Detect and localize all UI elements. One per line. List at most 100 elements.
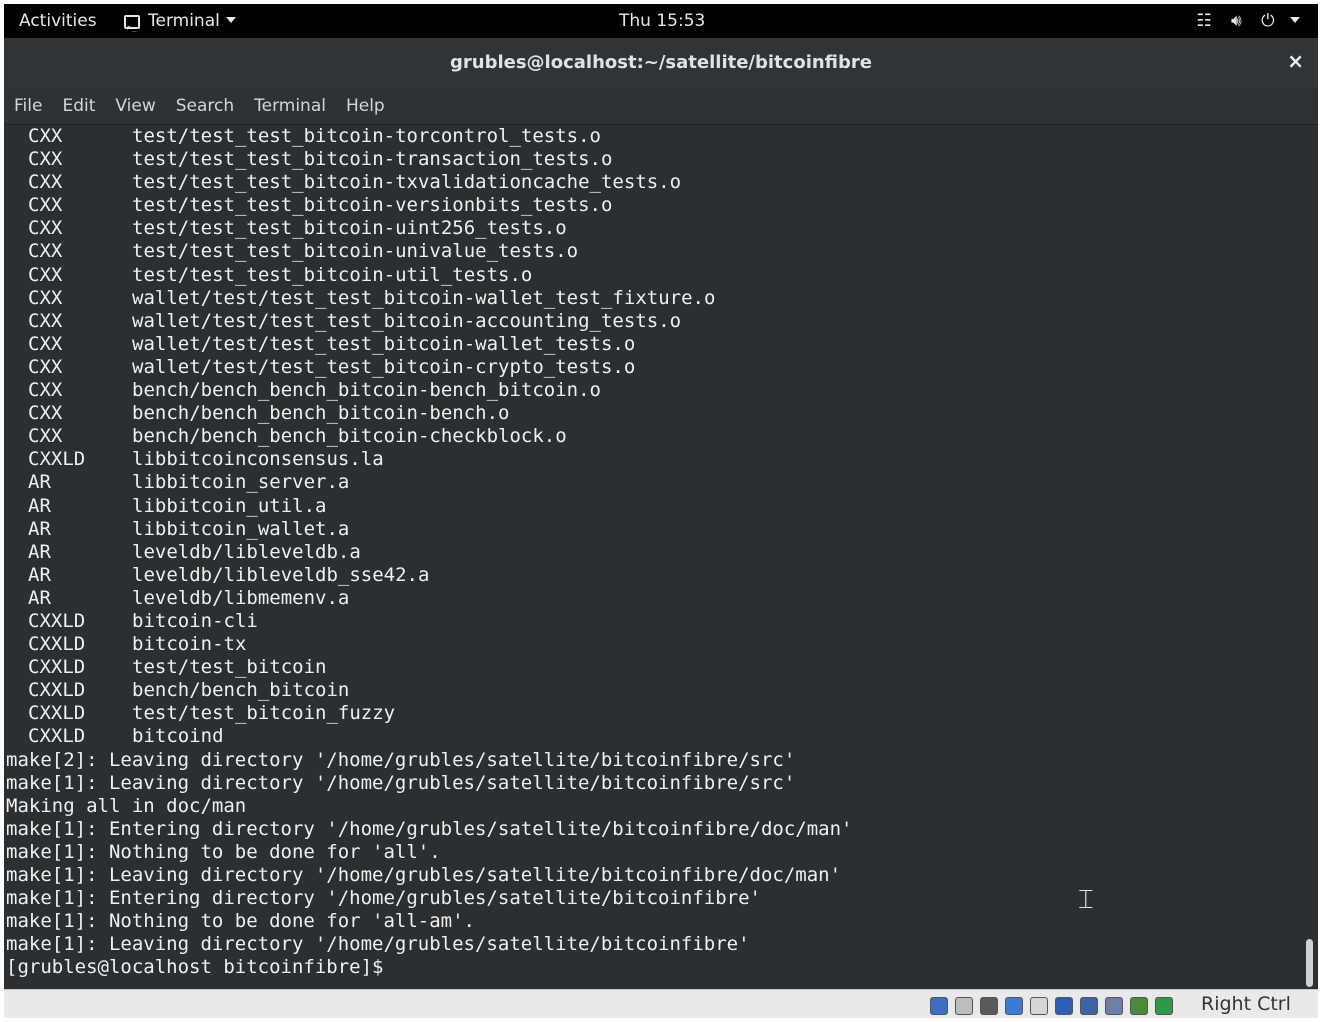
build-step-tag: CXX — [28, 355, 63, 378]
make-output-line: make[1]: Leaving directory '/home/gruble… — [6, 864, 842, 886]
build-target-path: test/test_test_bitcoin-torcontrol_tests.… — [132, 125, 601, 147]
build-step-tag: CXX — [28, 332, 63, 355]
video-capture-icon[interactable] — [1080, 996, 1098, 1015]
build-target-path: test/test_test_bitcoin-versionbits_tests… — [132, 194, 613, 217]
close-icon[interactable]: × — [1287, 49, 1304, 73]
window-title-bar[interactable]: grubles@localhost:~/satellite/bitcoinfib… — [4, 38, 1318, 88]
build-step-tag: CXX — [28, 425, 63, 448]
build-step-tag: CXX — [28, 171, 63, 194]
build-line: AR leveldb/libleveldb.a — [4, 541, 1302, 564]
build-step-tag: CXX — [28, 217, 63, 240]
make-output-line: make[1]: Leaving directory '/home/gruble… — [6, 933, 750, 956]
build-target-path: bitcoin-tx — [132, 633, 247, 656]
build-target-path: libbitcoin_util.a — [132, 494, 327, 517]
build-line: CXX test/test_test_bitcoin-transaction_te… — [4, 148, 1302, 171]
build-target-path: test/test_test_bitcoin-util_tests.o — [132, 263, 533, 286]
build-target-path: wallet/test/test_test_bitcoin-wallet_tes… — [132, 332, 636, 355]
build-target-path: bench/bench_bench_bitcoin-bench_bitcoin.… — [132, 379, 601, 402]
hard-disk-icon[interactable] — [930, 996, 948, 1015]
build-step-tag: CXX — [28, 379, 63, 402]
build-step-tag: CXX — [28, 240, 63, 263]
usb-icon[interactable] — [1005, 996, 1023, 1015]
build-step-tag: CXXLD — [28, 725, 86, 748]
build-target-path: test/test_bitcoin — [132, 656, 327, 679]
build-step-tag: CXX — [28, 263, 63, 286]
build-line: AR leveldb/libleveldb_sse42.a — [4, 564, 1302, 587]
desktop-screen: Activities Terminal Thu 15:53 ☷ 🔊︎ ⏻ gru… — [4, 4, 1318, 1018]
make-output-line: make[1]: Entering directory '/home/grubl… — [6, 887, 761, 910]
menu-view[interactable]: View — [105, 88, 165, 124]
build-step-tag: CXX — [28, 309, 63, 332]
build-step-tag: AR — [28, 517, 51, 540]
gnome-top-bar: Activities Terminal Thu 15:53 ☷ 🔊︎ ⏻ — [4, 4, 1318, 45]
build-step-tag: CXXLD — [28, 656, 86, 679]
menu-file[interactable]: File — [4, 88, 52, 124]
menu-bar: File Edit View Search Terminal Help — [4, 88, 1318, 125]
network-icon: ☷ — [1196, 11, 1212, 31]
terminal-output[interactable]: CXX test/test_test_bitcoin-torcontrol_tes… — [4, 125, 1302, 989]
build-line: CXX bench/bench_bench_bitcoin-bench_bitco… — [4, 379, 1302, 402]
caret-down-icon — [1290, 17, 1300, 23]
build-step-tag: CXX — [28, 125, 63, 147]
volume-icon: 🔊︎ — [1231, 11, 1242, 31]
optical-drive-icon[interactable] — [955, 996, 973, 1015]
build-line: CXX wallet/test/test_test_bitcoin-wallet_… — [4, 287, 1302, 310]
build-line: AR libbitcoin_util.a — [4, 495, 1302, 518]
build-target-path: libbitcoin_server.a — [132, 471, 350, 494]
build-step-tag: AR — [28, 494, 51, 517]
build-line: CXXLD bitcoind — [4, 725, 1302, 748]
shared-folders-icon[interactable] — [1030, 996, 1048, 1015]
build-line: CXX test/test_test_bitcoin-univalue_tests… — [4, 240, 1302, 263]
build-step-tag: AR — [28, 540, 51, 563]
build-target-path: bench/bench_bitcoin — [132, 679, 350, 702]
build-line: CXX test/test_test_bitcoin-uint256_tests.… — [4, 217, 1302, 240]
guest-additions-icon[interactable] — [1105, 996, 1123, 1015]
build-step-tag: CXX — [28, 194, 63, 217]
keyboard-capture-icon[interactable] — [1155, 996, 1173, 1015]
build-target-path: libbitcoinconsensus.la — [132, 448, 384, 471]
display-icon[interactable] — [1055, 996, 1073, 1015]
build-step-tag: AR — [28, 586, 51, 609]
build-line: CXXLD test/test_bitcoin — [4, 656, 1302, 679]
build-target-path: bitcoind — [132, 725, 224, 748]
build-step-tag: CXXLD — [28, 609, 86, 632]
build-target-path: wallet/test/test_test_bitcoin-crypto_tes… — [132, 355, 636, 378]
menu-terminal[interactable]: Terminal — [244, 88, 336, 124]
clock[interactable]: Thu 15:53 — [619, 4, 705, 38]
menu-search[interactable]: Search — [166, 88, 244, 124]
activities-button[interactable]: Activities — [19, 4, 97, 38]
mouse-integration-icon[interactable] — [1130, 996, 1148, 1015]
build-line: CXX wallet/test/test_test_bitcoin-account… — [4, 310, 1302, 333]
build-target-path: test/test_test_bitcoin-uint256_tests.o — [132, 217, 567, 240]
app-menu-button[interactable]: Terminal — [124, 4, 236, 45]
build-step-tag: CXX — [28, 148, 63, 171]
build-step-tag: CXXLD — [28, 448, 86, 471]
system-menu[interactable]: ☷ 🔊︎ ⏻ — [1182, 4, 1300, 38]
network-adapters-icon[interactable] — [980, 996, 998, 1015]
virtualbox-device-icons — [930, 995, 1180, 1015]
build-step-tag: CXX — [28, 286, 63, 309]
build-target-path: bench/bench_bench_bitcoin-bench.o — [132, 402, 510, 425]
build-line: AR libbitcoin_server.a — [4, 471, 1302, 494]
build-line: CXX wallet/test/test_test_bitcoin-wallet_… — [4, 333, 1302, 356]
menu-help[interactable]: Help — [336, 88, 395, 124]
build-target-path: test/test_bitcoin_fuzzy — [132, 702, 396, 725]
build-target-path: libbitcoin_wallet.a — [132, 517, 350, 540]
build-target-path: bench/bench_bench_bitcoin-checkblock.o — [132, 425, 567, 448]
shell-prompt[interactable]: [grubles@localhost bitcoinfibre]$ — [4, 956, 1302, 979]
make-output-line: make[1]: Leaving directory '/home/gruble… — [6, 771, 796, 794]
scrollbar[interactable] — [1302, 125, 1318, 989]
build-line: CXXLD bitcoin-cli — [4, 610, 1302, 633]
build-line: CXX bench/bench_bench_bitcoin-bench.o — [4, 402, 1302, 425]
virtualbox-status-bar: Right Ctrl — [4, 989, 1318, 1018]
build-step-tag: CXXLD — [28, 633, 86, 656]
build-step-tag: AR — [28, 563, 51, 586]
scrollbar-thumb[interactable] — [1306, 939, 1313, 987]
make-output-line: Making all in doc/man — [6, 794, 247, 817]
build-line: CXXLD test/test_bitcoin_fuzzy — [4, 702, 1302, 725]
power-icon: ⏻ — [1261, 11, 1275, 31]
build-line: CXX test/test_test_bitcoin-util_tests.o — [4, 264, 1302, 287]
build-step-tag: CXXLD — [28, 679, 86, 702]
menu-edit[interactable]: Edit — [52, 88, 105, 124]
build-line: CXX bench/bench_bench_bitcoin-checkblock.… — [4, 425, 1302, 448]
